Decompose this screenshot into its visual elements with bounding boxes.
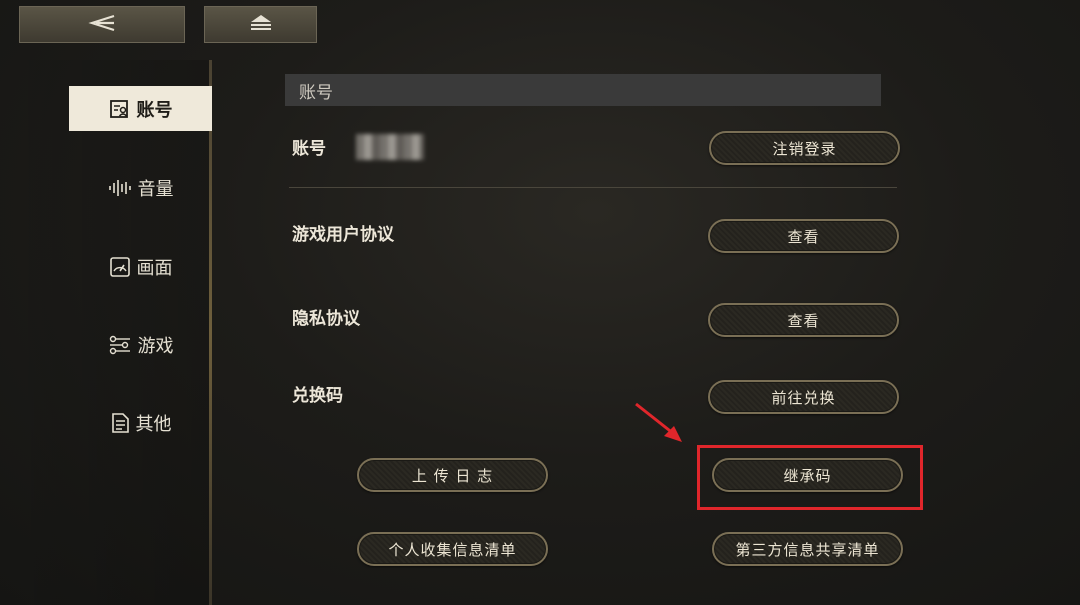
- masked-account-id: [356, 134, 424, 160]
- soundwave-icon: [108, 178, 132, 198]
- sidebar-item-label: 画面: [136, 257, 173, 279]
- sidebar-item-label: 其他: [135, 413, 172, 435]
- section-header: 账号: [285, 74, 881, 106]
- redeem-code-label: 兑换码: [292, 386, 343, 406]
- sidebar-item-account[interactable]: 账号: [69, 86, 212, 131]
- highlight-box: [697, 445, 923, 510]
- third-party-info-list-button[interactable]: 第三方信息共享清单: [712, 532, 903, 566]
- back-button[interactable]: [19, 6, 185, 43]
- annotation-arrow-icon: [635, 402, 682, 442]
- back-arrow-icon: [88, 14, 116, 36]
- home-button[interactable]: [204, 6, 317, 43]
- view-user-agreement-button[interactable]: 查看: [708, 219, 899, 253]
- sidebar-item-label: 账号: [136, 99, 173, 121]
- gauge-icon: [109, 256, 131, 278]
- sidebar-item-label: 游戏: [137, 335, 174, 357]
- eject-icon: [249, 14, 273, 36]
- sidebar-item-display[interactable]: 画面: [69, 244, 212, 289]
- document-icon: [110, 412, 130, 434]
- upload-log-button[interactable]: 上 传 日 志: [357, 458, 548, 492]
- go-redeem-button[interactable]: 前往兑换: [708, 380, 899, 414]
- sliders-icon: [108, 334, 132, 356]
- personal-info-list-button[interactable]: 个人收集信息清单: [357, 532, 548, 566]
- divider: [289, 187, 897, 188]
- logout-button[interactable]: 注销登录: [709, 131, 900, 165]
- account-doc-icon: [109, 99, 131, 119]
- sidebar-item-label: 音量: [137, 178, 174, 200]
- sidebar-item-volume[interactable]: 音量: [69, 165, 212, 210]
- user-agreement-label: 游戏用户协议: [292, 225, 394, 245]
- sidebar-item-other[interactable]: 其他: [69, 400, 212, 445]
- privacy-policy-label: 隐私协议: [292, 309, 360, 329]
- account-label: 账号: [292, 139, 326, 159]
- view-privacy-policy-button[interactable]: 查看: [708, 303, 899, 337]
- sidebar-item-game[interactable]: 游戏: [69, 322, 212, 367]
